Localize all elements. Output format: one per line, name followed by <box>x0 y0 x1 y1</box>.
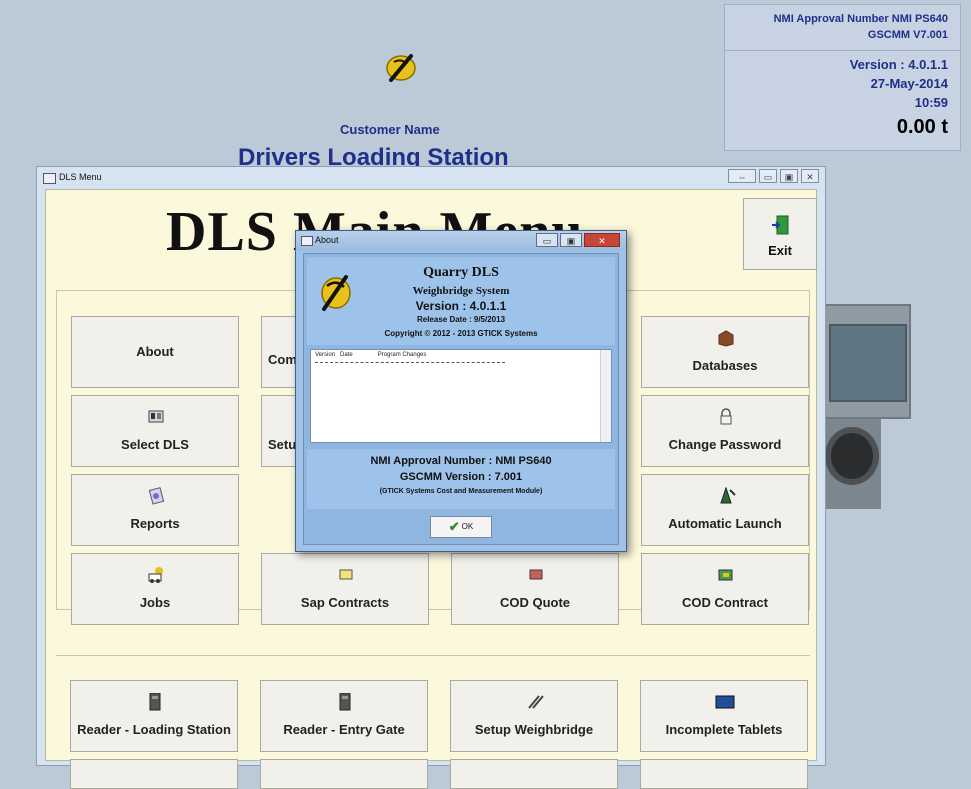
launch-icon <box>720 487 736 504</box>
window-icon <box>43 173 56 184</box>
card-reader-icon <box>149 693 161 711</box>
reader-loading-station-button[interactable]: Reader - Loading Station <box>70 680 238 752</box>
gscmm-text: GSCMM V7.001 <box>867 29 948 41</box>
app-subtitle: Weighbridge System <box>412 285 510 297</box>
copyright: Copyright © 2012 - 2013 GTICK Systems <box>384 329 538 338</box>
menu-tile-partial[interactable] <box>640 759 808 789</box>
reports-button[interactable]: Reports <box>71 474 239 546</box>
release-date: Release Date : 9/5/2013 <box>416 315 506 324</box>
program-changes-list[interactable]: Version Date Program Changes <box>310 349 612 443</box>
status-panel: NMI Approval Number NMI PS640 GSCMM V7.0… <box>724 4 961 151</box>
setup-weighbridge-label: Setup Weighbridge <box>474 722 594 737</box>
exit-door-icon <box>772 215 789 235</box>
change-password-label: Change Password <box>668 437 782 452</box>
sap-contracts-button[interactable]: Sap Contracts <box>261 553 429 625</box>
setup-weighbridge-button[interactable]: Setup Weighbridge <box>450 680 618 752</box>
lock-icon <box>720 408 732 425</box>
jobs-icon <box>148 567 163 583</box>
app-name: Quarry DLS <box>423 265 499 280</box>
maximize-button[interactable]: ▣ <box>780 169 798 183</box>
version-text: Version : 4.0.1.1 <box>849 57 948 72</box>
window-title: DLS Menu <box>59 172 102 182</box>
change-password-button[interactable]: Change Password <box>641 395 809 467</box>
gtick-logo-icon <box>386 54 416 82</box>
close-button[interactable]: ✕ <box>801 169 819 183</box>
select-dls-button[interactable]: Select DLS <box>71 395 239 467</box>
exit-label: Exit <box>768 243 792 258</box>
reports-icon <box>148 487 165 505</box>
customer-name: Customer Name <box>340 122 440 137</box>
about-label: About <box>136 344 174 359</box>
about-title: About <box>315 235 339 245</box>
gscmm-description: (GTICK Systems Cost and Measurement Modu… <box>379 488 543 495</box>
close-button[interactable]: ✕ <box>584 233 620 247</box>
menu-tile-partial[interactable] <box>450 759 618 789</box>
incomplete-tablets-label: Incomplete Tablets <box>665 722 783 737</box>
money-icon <box>718 569 733 581</box>
dls-titlebar: DLS Menu ⇔ ▭ ▣ ✕ <box>37 167 825 189</box>
maximize-button[interactable]: ▣ <box>560 233 582 247</box>
truck-image <box>821 292 913 522</box>
nmi-info: NMI Approval Number : NMI PS640 GSCMM Ve… <box>307 449 615 509</box>
weight-readout: 0.00 t <box>896 116 948 138</box>
reader-grid: Reader - Loading Station Reader - Entry … <box>56 655 810 789</box>
reader-entry-gate-label: Reader - Entry Gate <box>283 722 405 737</box>
reader-loading-station-label: Reader - Loading Station <box>77 722 231 737</box>
tablet-icon <box>715 695 735 709</box>
sap-contracts-label: Sap Contracts <box>300 595 390 610</box>
cod-contract-label: COD Contract <box>682 595 768 610</box>
about-dialog: About ▭ ▣ ✕ Quarry DLS Weighbridge Syste… <box>295 230 627 552</box>
automatic-launch-label: Automatic Launch <box>668 516 782 531</box>
about-titlebar: About ▭ ▣ ✕ <box>296 231 626 251</box>
cod-quote-label: COD Quote <box>499 595 571 610</box>
about-body: Quarry DLS Weighbridge System Version : … <box>303 253 619 545</box>
select-dls-label: Select DLS <box>121 437 189 452</box>
jobs-label: Jobs <box>139 595 171 610</box>
ok-label: OK <box>461 522 474 532</box>
restore-arrows-button[interactable]: ⇔ <box>728 169 756 183</box>
divider <box>315 362 505 363</box>
setup-label: Setu <box>268 437 297 452</box>
exit-button[interactable]: Exit <box>743 198 817 270</box>
about-button[interactable]: About <box>71 316 239 388</box>
card-reader-icon <box>339 693 351 711</box>
nmi-approval-text: NMI Approval Number NMI PS640 <box>773 13 948 25</box>
time-text: 10:59 <box>914 95 948 110</box>
reports-label: Reports <box>130 516 180 531</box>
changes-header: Version Date Program Changes <box>315 352 427 358</box>
ok-button[interactable]: ✔ OK <box>430 516 492 538</box>
automatic-launch-button[interactable]: Automatic Launch <box>641 474 809 546</box>
window-icon <box>301 236 313 246</box>
minimize-button[interactable]: ▭ <box>536 233 558 247</box>
incomplete-tablets-button[interactable]: Incomplete Tablets <box>640 680 808 752</box>
databases-label: Databases <box>692 358 758 373</box>
contract-icon <box>339 569 353 580</box>
menu-tile-partial[interactable] <box>70 759 238 789</box>
weighbridge-icon <box>528 695 544 709</box>
gscmm-version: GSCMM Version : 7.001 <box>399 471 523 483</box>
databases-button[interactable]: Databases <box>641 316 809 388</box>
app-version: Version : 4.0.1.1 <box>415 299 507 313</box>
nmi-approval: NMI Approval Number : NMI PS640 <box>370 455 552 467</box>
minimize-button[interactable]: ▭ <box>759 169 777 183</box>
reader-entry-gate-button[interactable]: Reader - Entry Gate <box>260 680 428 752</box>
cod-quote-button[interactable]: COD Quote <box>451 553 619 625</box>
monitor-icon <box>148 410 164 423</box>
checkmark-icon: ✔ <box>448 519 460 534</box>
jobs-button[interactable]: Jobs <box>71 553 239 625</box>
database-icon <box>718 330 734 347</box>
about-header: Quarry DLS Weighbridge System Version : … <box>307 257 615 345</box>
date-text: 27-May-2014 <box>870 76 948 91</box>
cod-contract-button[interactable]: COD Contract <box>641 553 809 625</box>
vertical-scrollbar[interactable] <box>600 350 611 442</box>
menu-tile-partial[interactable] <box>260 759 428 789</box>
quote-icon <box>529 569 543 580</box>
